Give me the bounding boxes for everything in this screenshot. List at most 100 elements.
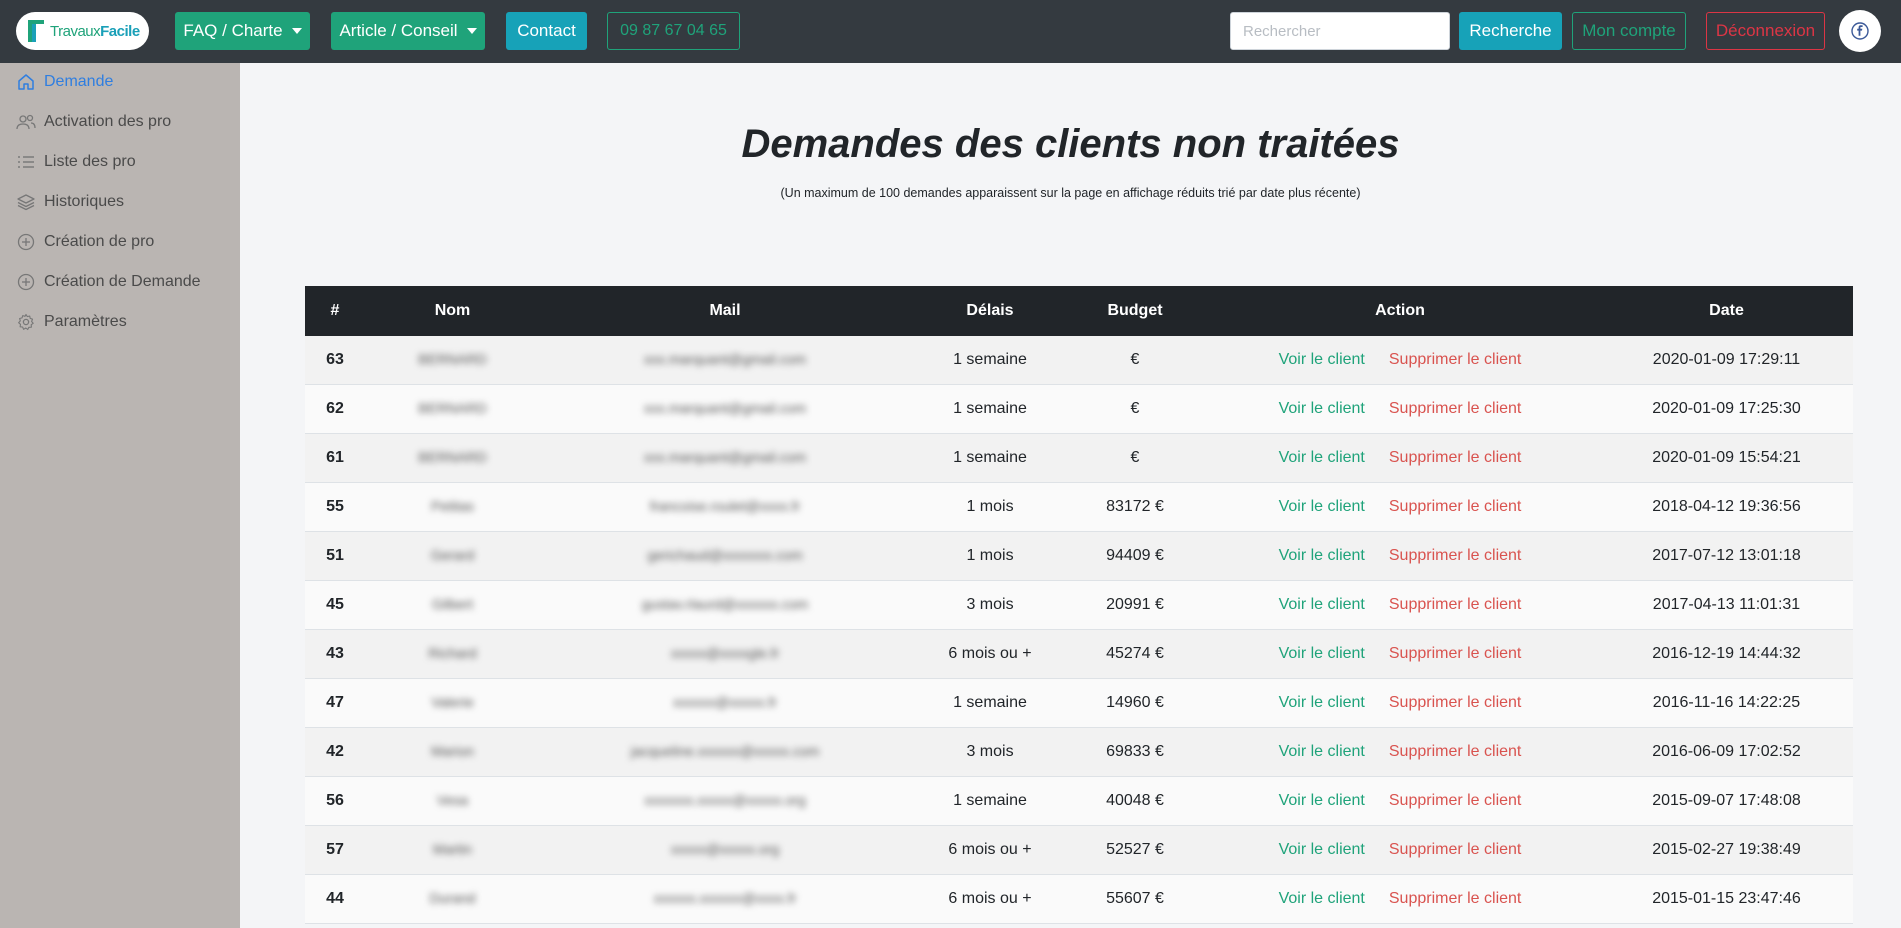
- client-email: xxxxx@xxxxgle.fr: [670, 645, 780, 661]
- sidebar-item-label: Liste des pro: [44, 153, 136, 170]
- column-header-mail[interactable]: Mail: [540, 286, 910, 336]
- delete-client-link[interactable]: Supprimer le client: [1389, 890, 1522, 908]
- client-email: gerichaud@xxxxxxx.com: [647, 547, 803, 563]
- column-header-nom[interactable]: Nom: [365, 286, 540, 336]
- sidebar-item-label: Création de pro: [44, 233, 155, 250]
- article-label: Article / Conseil: [339, 21, 458, 40]
- cell-delais: 6 mois ou +: [910, 825, 1070, 875]
- cell-action: Voir le client Supprimer le client: [1200, 482, 1600, 532]
- cell-date: 2015-09-07 17:48:08: [1600, 776, 1853, 826]
- cell-budget: 52527 €: [1070, 825, 1200, 875]
- cell-mail: xxxxxxx.xxxxx@xxxxx.org: [540, 776, 910, 826]
- table-row: 61 BERNARD xxx.marquant@gmail.com 1 semaine…: [305, 433, 1853, 483]
- sidebar-item-creation-pro[interactable]: Création de pro: [16, 230, 154, 254]
- cell-date: 2020-01-09 15:54:21: [1600, 433, 1853, 483]
- delete-client-link[interactable]: Supprimer le client: [1389, 645, 1522, 663]
- client-email: xxxxx@xxxxx.org: [670, 841, 780, 857]
- cell-budget: 14960 €: [1070, 678, 1200, 728]
- delete-client-link[interactable]: Supprimer le client: [1389, 400, 1522, 418]
- view-client-link[interactable]: Voir le client: [1279, 596, 1365, 614]
- search-button[interactable]: Recherche: [1459, 12, 1562, 50]
- column-header-delais[interactable]: Délais: [910, 286, 1070, 336]
- sidebar-item-parametres[interactable]: Paramètres: [16, 310, 127, 334]
- logout-button[interactable]: Déconnexion: [1706, 12, 1825, 50]
- cell-action: Voir le client Supprimer le client: [1200, 336, 1600, 385]
- delete-client-link[interactable]: Supprimer le client: [1389, 694, 1522, 712]
- brand-logo[interactable]: Travaux Facile: [16, 12, 149, 50]
- view-client-link[interactable]: Voir le client: [1279, 890, 1365, 908]
- cell-nom: Martin: [365, 825, 540, 875]
- delete-client-link[interactable]: Supprimer le client: [1389, 841, 1522, 859]
- facebook-button[interactable]: [1839, 10, 1881, 52]
- view-client-link[interactable]: Voir le client: [1279, 694, 1365, 712]
- view-client-link[interactable]: Voir le client: [1279, 645, 1365, 663]
- list-icon: [16, 152, 36, 172]
- delete-client-link[interactable]: Supprimer le client: [1389, 547, 1522, 565]
- view-client-link[interactable]: Voir le client: [1279, 351, 1365, 369]
- cell-delais: 3 mois: [910, 727, 1070, 777]
- client-name: BERNARD: [418, 351, 487, 367]
- cell-mail: gustav.rlaurd@xxxxxx.com: [540, 580, 910, 630]
- article-dropdown-button[interactable]: Article / Conseil: [331, 12, 485, 50]
- client-email: xxxxxxx.xxxxx@xxxxx.org: [644, 792, 806, 808]
- phone-button[interactable]: 09 87 67 04 65: [607, 12, 740, 50]
- client-name: Martin: [433, 841, 472, 857]
- view-client-link[interactable]: Voir le client: [1279, 400, 1365, 418]
- client-name: Valerie: [431, 694, 474, 710]
- delete-client-link[interactable]: Supprimer le client: [1389, 596, 1522, 614]
- column-header-id[interactable]: #: [305, 286, 365, 336]
- client-email: francoise.roulet@xxxx.fr: [649, 498, 801, 514]
- client-email: xxxxxx@xxxxx.fr: [673, 694, 777, 710]
- cell-delais: 3 mois: [910, 580, 1070, 630]
- view-client-link[interactable]: Voir le client: [1279, 547, 1365, 565]
- client-name: Gilbert: [431, 596, 474, 612]
- column-header-budget[interactable]: Budget: [1070, 286, 1200, 336]
- sidebar-item-activation[interactable]: Activation des pro: [16, 110, 171, 134]
- delete-client-link[interactable]: Supprimer le client: [1389, 743, 1522, 761]
- sidebar-item-liste-pro[interactable]: Liste des pro: [16, 150, 136, 174]
- column-header-date[interactable]: Date: [1600, 286, 1853, 336]
- delete-client-link[interactable]: Supprimer le client: [1389, 351, 1522, 369]
- cell-nom: Petitas: [365, 482, 540, 532]
- cell-action: Voir le client Supprimer le client: [1200, 384, 1600, 434]
- cell-action: Voir le client Supprimer le client: [1200, 580, 1600, 630]
- search-input[interactable]: [1230, 12, 1450, 50]
- cell-nom: BERNARD: [365, 433, 540, 483]
- delete-client-link[interactable]: Supprimer le client: [1389, 792, 1522, 810]
- cell-mail: francoise.roulet@xxxx.fr: [540, 482, 910, 532]
- contact-button[interactable]: Contact: [506, 12, 587, 50]
- cell-mail: xxx.marquant@gmail.com: [540, 433, 910, 483]
- cell-mail: xxx.marquant@gmail.com: [540, 384, 910, 434]
- faq-dropdown-button[interactable]: FAQ / Charte: [175, 12, 310, 50]
- sidebar-item-demande[interactable]: Demande: [16, 70, 113, 94]
- cell-date: 2020-01-09 17:29:11: [1600, 336, 1853, 385]
- cell-nom: Gerard: [365, 531, 540, 581]
- cell-date: 2020-01-09 17:25:30: [1600, 384, 1853, 434]
- table-row: 55 Petitas francoise.roulet@xxxx.fr 1 mois 8…: [305, 482, 1853, 532]
- account-button[interactable]: Mon compte: [1572, 12, 1686, 50]
- cell-nom: BERNARD: [365, 336, 540, 385]
- plus-circle-icon: [16, 272, 36, 292]
- cell-date: 2015-01-15 23:47:46: [1600, 874, 1853, 924]
- cell-budget: 40048 €: [1070, 776, 1200, 826]
- cell-mail: jacqueline.xxxxxx@xxxxx.com: [540, 727, 910, 777]
- view-client-link[interactable]: Voir le client: [1279, 498, 1365, 516]
- column-header-action[interactable]: Action: [1200, 286, 1600, 336]
- view-client-link[interactable]: Voir le client: [1279, 449, 1365, 467]
- facebook-icon: [1851, 22, 1869, 40]
- sidebar-item-label: Historiques: [44, 193, 125, 210]
- view-client-link[interactable]: Voir le client: [1279, 792, 1365, 810]
- cell-id: 61: [305, 433, 365, 483]
- cell-action: Voir le client Supprimer le client: [1200, 629, 1600, 679]
- caret-down-icon: [466, 28, 477, 34]
- cell-id: 47: [305, 678, 365, 728]
- delete-client-link[interactable]: Supprimer le client: [1389, 498, 1522, 516]
- client-name: Marion: [431, 743, 474, 759]
- client-name: BERNARD: [418, 400, 487, 416]
- delete-client-link[interactable]: Supprimer le client: [1389, 449, 1522, 467]
- cell-delais: 1 semaine: [910, 384, 1070, 434]
- sidebar-item-creation-demande[interactable]: Création de Demande: [16, 270, 201, 294]
- view-client-link[interactable]: Voir le client: [1279, 743, 1365, 761]
- view-client-link[interactable]: Voir le client: [1279, 841, 1365, 859]
- sidebar-item-historiques[interactable]: Historiques: [16, 190, 124, 214]
